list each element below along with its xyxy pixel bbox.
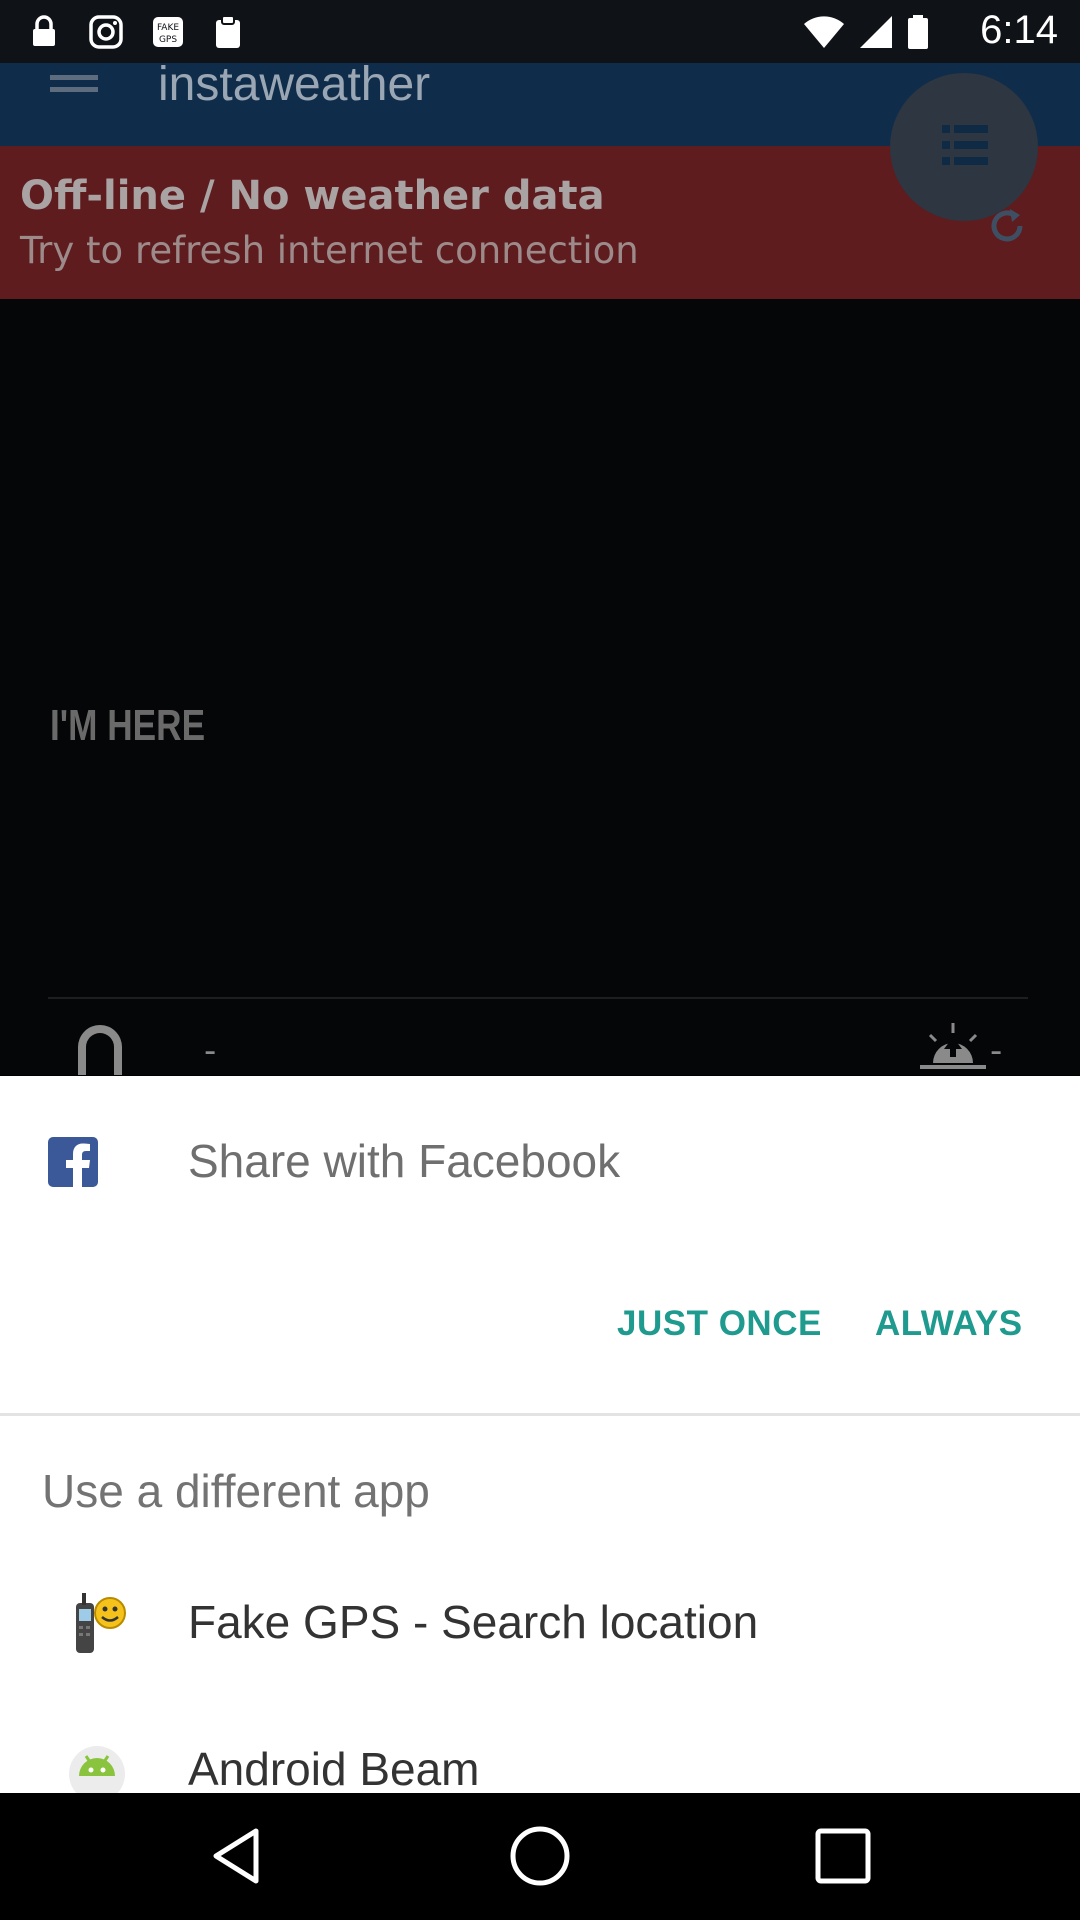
instaweather-app-background: instaweather Off-line / No weather data … [0,63,1080,1075]
android-beam-icon [69,1746,125,1793]
share-sheet: Share with Facebook JUST ONCE ALWAYS Use… [0,1076,1080,1793]
offline-title: Off-line / No weather data [20,173,605,219]
sunset-value: - [990,1031,1003,1071]
list-icon [942,125,988,165]
always-button[interactable]: ALWAYS [875,1304,1023,1344]
home-icon[interactable] [507,1823,573,1889]
clock-text: 6:14 [980,8,1058,52]
location-label: I'M HERE [50,701,206,750]
moonrise-icon [78,1025,122,1075]
just-once-button[interactable]: JUST ONCE [617,1304,822,1344]
app-option-android-beam[interactable]: Android Beam [0,1720,1080,1793]
instagram-icon [89,15,123,49]
moonrise-value: - [204,1031,217,1071]
recents-icon[interactable] [810,1823,876,1889]
fake-gps-notification-icon: FAKE GPS [153,17,183,47]
svg-text:FAKE: FAKE [157,23,179,33]
signal-icon [860,16,892,48]
divider [0,1413,1080,1416]
lock-icon [33,15,55,46]
divider [48,997,1028,999]
wifi-icon [804,16,844,48]
facebook-icon [48,1137,98,1187]
app-title: instaweather [158,63,431,111]
svg-text:GPS: GPS [159,35,177,45]
share-with-facebook-title: Share with Facebook [188,1135,621,1187]
sunset-icon [920,1023,986,1069]
navigation-bar [0,1793,1080,1920]
battery-icon [908,15,928,49]
app-option-label: Fake GPS - Search location [188,1596,759,1648]
app-option-label: Android Beam [188,1743,480,1793]
clipboard-icon [216,15,240,48]
locations-fab [890,73,1038,221]
offline-subtitle: Try to refresh internet connection [20,229,639,272]
hamburger-menu-icon [50,75,98,92]
use-different-app-heading: Use a different app [42,1465,430,1517]
back-icon[interactable] [206,1823,272,1889]
fake-gps-icon [76,1593,126,1653]
app-option-fake-gps[interactable]: Fake GPS - Search location [0,1573,1080,1713]
status-bar: FAKE GPS 6:14 [0,0,1080,63]
